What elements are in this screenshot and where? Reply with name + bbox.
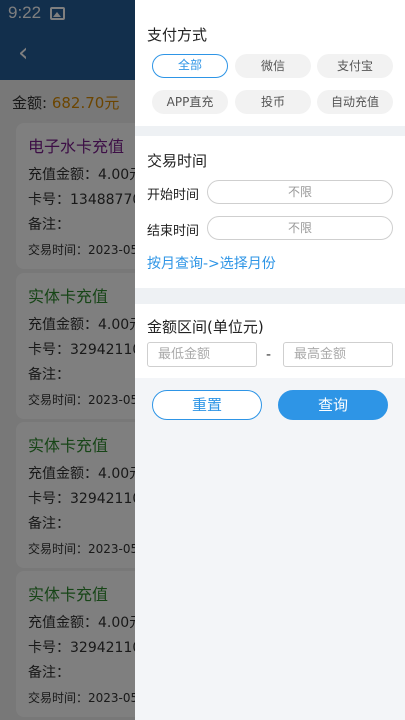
section-divider (135, 126, 405, 136)
payment-option-wechat[interactable]: 微信 (235, 54, 311, 78)
range-separator: - (266, 347, 272, 363)
payment-method-section: 支付方式 全部 微信 支付宝 APP直充 投币 自动充值 (135, 0, 405, 126)
end-time-label: 结束时间 (147, 224, 200, 239)
filter-drawer: 支付方式 全部 微信 支付宝 APP直充 投币 自动充值 交易时间 开始时间 不… (135, 0, 405, 720)
payment-option-app[interactable]: APP直充 (152, 90, 228, 114)
max-amount-input[interactable]: 最高金额 (283, 342, 393, 367)
transaction-time-section: 交易时间 开始时间 不限 结束时间 不限 按月查询->选择月份 (135, 136, 405, 288)
section-divider (135, 288, 405, 304)
min-amount-input[interactable]: 最低金额 (147, 342, 257, 367)
drawer-footer-area (135, 378, 405, 720)
end-time-field[interactable]: 不限 (207, 216, 393, 240)
start-time-label: 开始时间 (147, 188, 200, 203)
month-query-link[interactable]: 按月查询->选择月份 (147, 253, 276, 273)
reset-button[interactable]: 重置 (152, 390, 262, 420)
payment-option-auto[interactable]: 自动充值 (317, 90, 393, 114)
payment-option-coin[interactable]: 投币 (235, 90, 311, 114)
payment-method-title: 支付方式 (147, 26, 208, 44)
amount-range-title: 金额区间(单位元) (147, 318, 264, 336)
payment-option-alipay[interactable]: 支付宝 (317, 54, 393, 78)
payment-option-all[interactable]: 全部 (152, 54, 228, 78)
transaction-time-title: 交易时间 (147, 152, 208, 170)
query-button[interactable]: 查询 (278, 390, 388, 420)
start-time-field[interactable]: 不限 (207, 180, 393, 204)
